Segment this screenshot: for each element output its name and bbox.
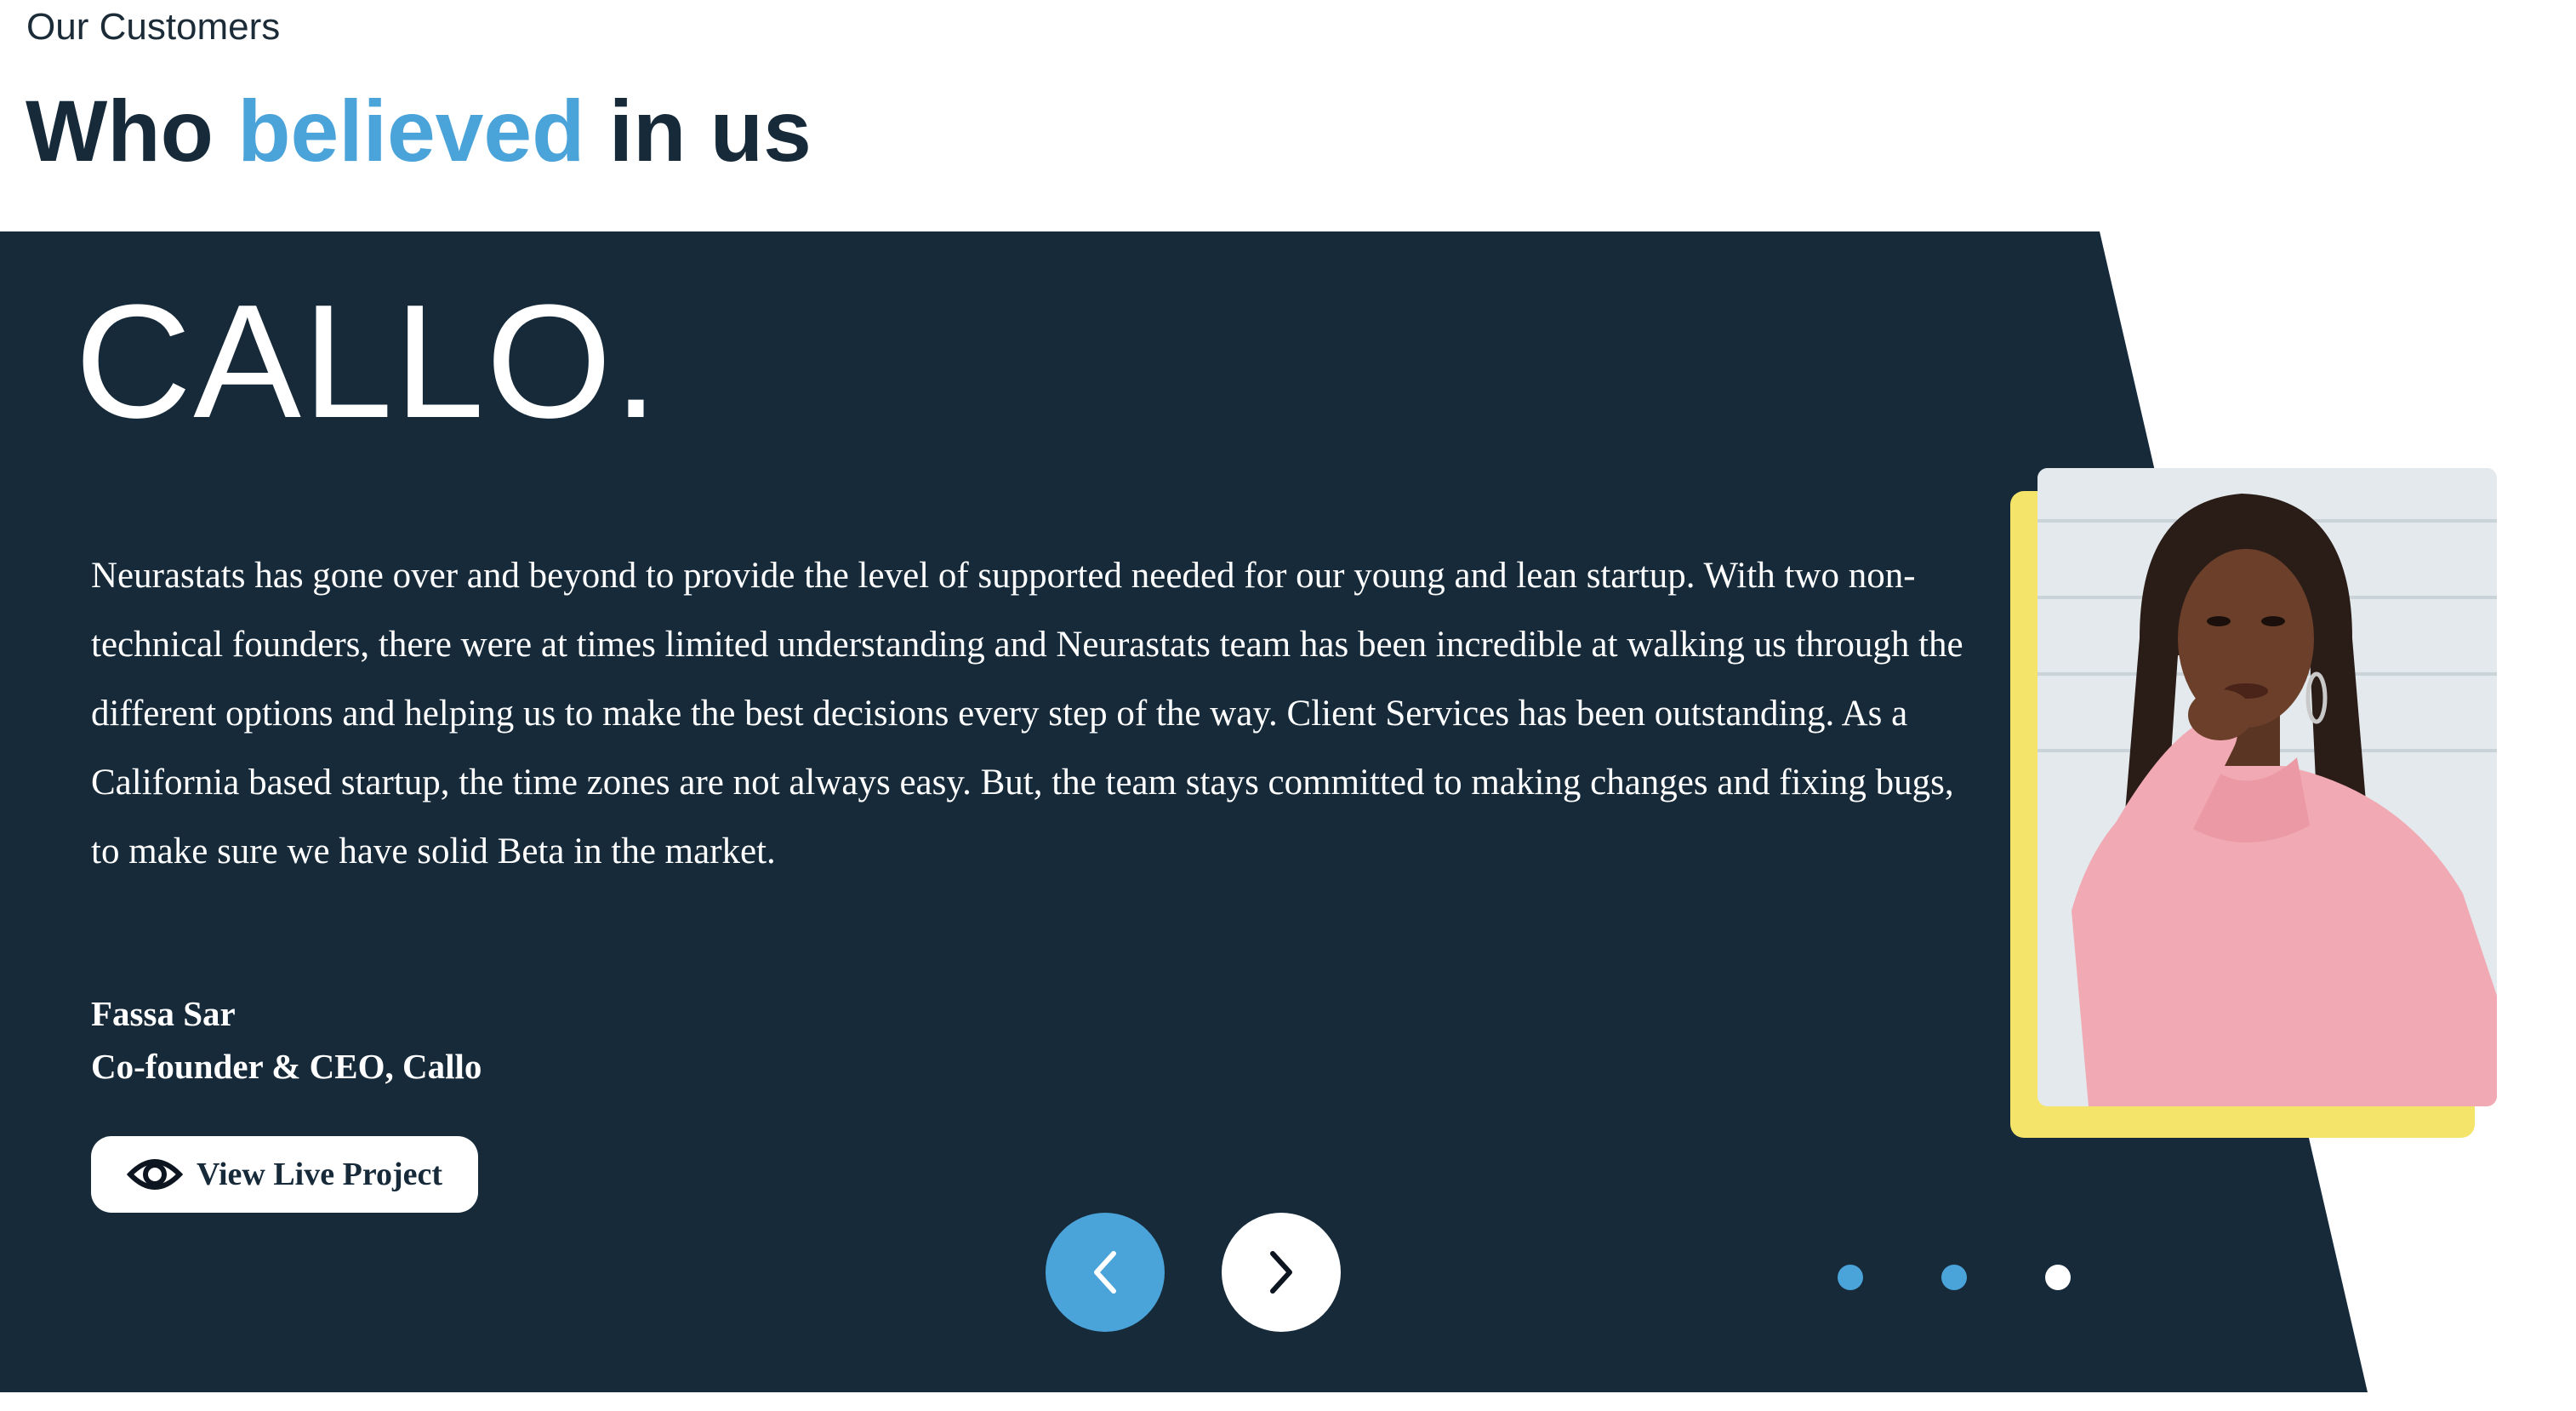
chevron-right-icon	[1270, 1251, 1292, 1294]
eye-icon	[126, 1159, 183, 1190]
customer-photo	[2037, 468, 2497, 1106]
carousel-next-button[interactable]	[1222, 1213, 1341, 1332]
author-name: Fassa Sar	[91, 994, 236, 1033]
view-live-project-label: View Live Project	[196, 1157, 443, 1192]
author-title: Co-founder & CEO, Callo	[91, 1047, 482, 1086]
testimonial-author: Fassa Sar Co-founder & CEO, Callo	[91, 987, 482, 1093]
testimonial-quote: Neurastats has gone over and beyond to p…	[91, 556, 1963, 871]
brand-logo: CALLO.	[75, 271, 660, 452]
carousel-dot-2[interactable]	[1941, 1265, 1967, 1290]
view-live-project-button[interactable]: View Live Project	[91, 1136, 478, 1213]
carousel-dot-1[interactable]	[1838, 1265, 1863, 1290]
chevron-left-icon	[1094, 1251, 1116, 1294]
carousel-prev-button[interactable]	[1046, 1213, 1165, 1332]
carousel-dot-3-active[interactable]	[2045, 1265, 2071, 1290]
